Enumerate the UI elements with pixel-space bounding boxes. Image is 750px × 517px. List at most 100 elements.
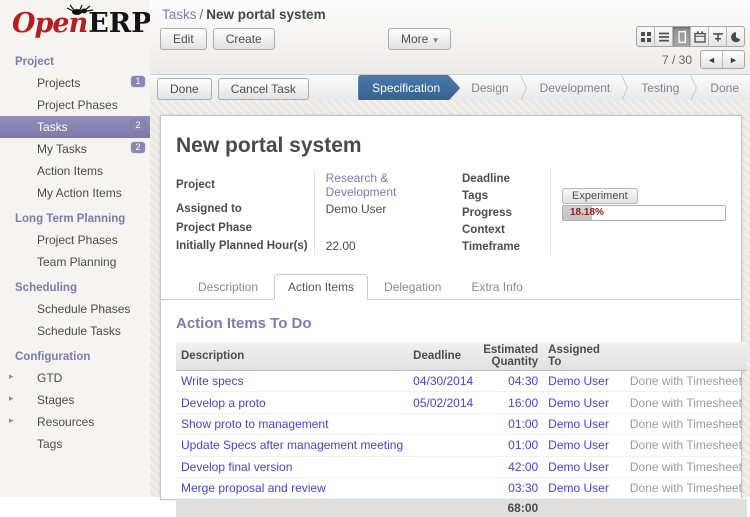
breadcrumb-tasks-link[interactable]: Tasks [162,7,197,22]
project-label: Project [176,170,314,200]
cell-deadline [408,477,478,498]
action-item-quantity-link[interactable]: 16:00 [508,396,538,410]
action-item-description-link[interactable]: Develop final version [181,460,292,474]
sidebar-item-projects[interactable]: Projects1 [0,72,150,94]
action-item-description-link[interactable]: Write specs [181,374,243,388]
cell-description: Update Specs after management meeting [176,435,408,456]
column-header-assigned-to[interactable]: Assigned To [543,342,614,371]
tab-description[interactable]: Description [184,274,272,300]
sidebar-item-schedule-tasks[interactable]: Schedule Tasks [0,320,150,342]
sidebar-item-project-phases[interactable]: Project Phases [0,94,150,116]
action-item-description-link[interactable]: Develop a proto [181,396,266,410]
sidebar-item-gtd[interactable]: ▸GTD [0,367,150,389]
expand-arrow-icon[interactable]: ▸ [9,415,14,426]
cell-deadline [408,435,478,456]
action-item-description-link[interactable]: Update Specs after management meeting [181,438,403,452]
action-items-body: Write specs 04/30/2014 04:30 Demo User Done … [176,371,747,499]
table-row[interactable]: Update Specs after management meeting 01:… [176,435,747,456]
pager-previous-button[interactable]: ◄ [701,51,722,68]
table-row[interactable]: Develop a proto05/02/201416:00Demo UserD… [176,392,747,413]
deadline-value [551,170,727,187]
more-button-label: More [401,32,428,46]
column-header-estimated-quantity[interactable]: Estimated Quantity [478,342,543,371]
column-header-deadline[interactable]: Deadline [408,342,478,371]
stage-design[interactable]: Design [460,75,519,101]
sidebar-item-project-phases[interactable]: Project Phases [0,229,150,251]
table-row[interactable]: Merge proposal and review03:30Demo UserD… [176,477,747,498]
form-view-button[interactable] [672,27,690,46]
caret-down-icon: ▾ [433,35,438,45]
footer-cell [614,499,747,517]
left-arrow-icon: ◄ [707,55,716,65]
cell-deadline: 04/30/2014 [408,371,478,392]
sidebar-item-resources[interactable]: ▸Resources [0,411,150,433]
table-row[interactable]: Develop final version42:00Demo UserDone … [176,456,747,477]
logo-erp-text: ERP [88,8,151,39]
graph-view-button[interactable] [726,27,744,46]
footer-cell [176,499,408,517]
more-button[interactable]: More ▾ [388,28,451,50]
stage-development[interactable]: Development [529,75,622,101]
cell-estimated-quantity: 03:30 [478,477,543,498]
action-item-quantity-link[interactable]: 42:00 [508,460,538,474]
edit-button[interactable]: Edit [160,28,207,50]
list-icon [658,31,670,43]
table-row[interactable]: Show proto to management01:00Demo UserDo… [176,413,747,434]
sidebar-item-action-items[interactable]: Action Items [0,160,150,182]
action-item-quantity-link[interactable]: 04:30 [508,374,538,388]
view-switcher [636,26,745,47]
cell-assigned-to: Demo User [543,435,614,456]
create-button[interactable]: Create [213,28,275,50]
assigned-user-link[interactable]: Demo User [548,396,609,410]
sidebar-nav: ProjectProjects1Project PhasesTasks2My T… [0,47,150,455]
action-item-quantity-link[interactable]: 01:00 [508,438,538,452]
right-arrow-icon: ► [729,55,738,65]
assigned-user-link[interactable]: Demo User [548,374,609,388]
stage-testing[interactable]: Testing [630,75,690,101]
sidebar-item-tags[interactable]: Tags [0,433,150,455]
gantt-view-button[interactable] [708,27,726,46]
list-view-button[interactable] [654,27,672,46]
notebook-tabs: DescriptionAction ItemsDelegationExtra I… [160,273,742,300]
calendar-view-button[interactable] [690,27,708,46]
sidebar-item-schedule-phases[interactable]: Schedule Phases [0,298,150,320]
sidebar-item-my-tasks[interactable]: My Tasks2 [0,138,150,160]
sidebar-item-my-action-items[interactable]: My Action Items [0,182,150,204]
table-footer-row: 68:00 [176,499,747,517]
action-item-quantity-link[interactable]: 03:30 [508,481,538,495]
expand-arrow-icon[interactable]: ▸ [9,393,14,404]
sidebar-item-team-planning[interactable]: Team Planning [0,251,150,273]
assigned-to-label: Assigned to [176,200,314,218]
assigned-user-link[interactable]: Demo User [548,460,609,474]
stage-specification[interactable]: Specification [358,75,460,101]
sidebar-item-tasks[interactable]: Tasks2 [0,116,150,138]
tab-extra-info[interactable]: Extra Info [457,274,536,300]
pager-next-button[interactable]: ► [722,51,744,68]
stage-done[interactable]: Done [699,75,750,101]
form-sheet: New portal system Project Research & Dev… [160,115,742,500]
tab-delegation[interactable]: Delegation [370,274,455,300]
action-item-description-link[interactable]: Merge proposal and review [181,481,326,495]
action-item-deadline-link[interactable]: 04/30/2014 [413,374,473,388]
column-header-description[interactable]: Description [176,342,408,371]
column-header-status[interactable] [614,342,747,371]
timesheet-status-label: Done with Timesheet [630,374,742,388]
expand-arrow-icon[interactable]: ▸ [9,371,14,382]
table-row[interactable]: Write specs 04/30/2014 04:30 Demo User Done … [176,371,747,392]
action-item-quantity-link[interactable]: 01:00 [508,417,538,431]
assigned-user-link[interactable]: Demo User [548,481,609,495]
cell-estimated-quantity: 01:00 [478,413,543,434]
action-item-description-link[interactable]: Show proto to management [181,417,328,431]
cell-description: Merge proposal and review [176,477,408,498]
tab-action-items[interactable]: Action Items [274,274,368,300]
project-link[interactable]: Research & Development [326,171,397,199]
cancel-task-button[interactable]: Cancel Task [218,78,309,100]
footer-cell [543,499,614,517]
kanban-view-button[interactable] [637,27,654,46]
action-item-deadline-link[interactable]: 05/02/2014 [413,396,473,410]
field-row-progress: Progress 18.18% [462,204,726,221]
sidebar-item-stages[interactable]: ▸Stages [0,389,150,411]
assigned-user-link[interactable]: Demo User [548,438,609,452]
assigned-user-link[interactable]: Demo User [548,417,609,431]
done-button[interactable]: Done [157,78,212,100]
